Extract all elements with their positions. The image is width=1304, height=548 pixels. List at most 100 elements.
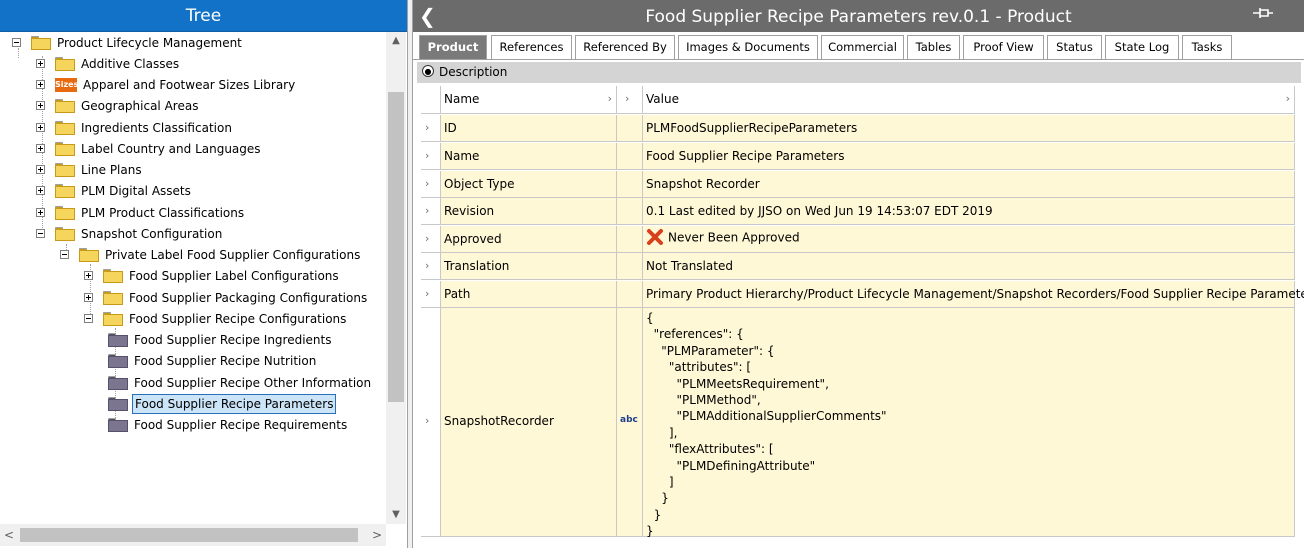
chevron-right-icon[interactable]: › xyxy=(425,204,429,217)
chevron-right-icon[interactable]: › xyxy=(1286,92,1290,105)
row-expand-cell[interactable]: › xyxy=(421,226,441,253)
row-expand-cell[interactable]: › xyxy=(421,253,441,280)
tree-node[interactable]: Label Country and Languages xyxy=(0,139,386,159)
chevron-right-icon[interactable]: › xyxy=(608,92,612,105)
tree-node-label[interactable]: Additive Classes xyxy=(79,54,181,74)
tree-node-label[interactable]: PLM Digital Assets xyxy=(79,181,193,201)
tree-node-label[interactable]: Food Supplier Recipe Ingredients xyxy=(132,330,333,350)
tree-node[interactable]: PLM Digital Assets xyxy=(0,181,386,201)
chevron-right-icon[interactable]: › xyxy=(425,259,429,272)
tree-node[interactable]: Food Supplier Label Configurations xyxy=(0,266,386,286)
tree-node-label[interactable]: Food Supplier Recipe Nutrition xyxy=(132,351,318,371)
row-expand-cell[interactable]: › xyxy=(421,198,441,225)
tree-node[interactable]: Food Supplier Recipe Requirements xyxy=(0,415,386,435)
tree-node[interactable]: Additive Classes xyxy=(0,54,386,74)
tab-proof-view[interactable]: Proof View xyxy=(963,35,1044,59)
tab-references[interactable]: References xyxy=(491,35,572,59)
tree-node-label[interactable]: Private Label Food Supplier Configuratio… xyxy=(103,245,362,265)
tree-node[interactable]: Food Supplier Recipe Ingredients xyxy=(0,330,386,350)
scroll-thumb[interactable] xyxy=(388,92,404,402)
scroll-left-icon[interactable]: < xyxy=(0,524,18,546)
tree-node[interactable]: Food Supplier Packaging Configurations xyxy=(0,288,386,308)
grid-header-type[interactable]: › xyxy=(617,86,643,114)
row-expand-cell[interactable]: › xyxy=(421,171,441,198)
attribute-value-cell[interactable]: PLMFoodSupplierRecipeParameters xyxy=(643,115,1295,142)
tree-node-label[interactable]: Food Supplier Recipe Requirements xyxy=(132,415,349,435)
pin-toggle-icon[interactable]: ● xyxy=(422,65,434,77)
scroll-down-icon[interactable]: ▼ xyxy=(386,506,406,524)
attribute-value-cell[interactable]: Primary Product Hierarchy/Product Lifecy… xyxy=(643,281,1304,308)
expand-plus-icon[interactable] xyxy=(36,186,45,195)
tree-node-label[interactable]: Line Plans xyxy=(79,160,144,180)
tree-node-label[interactable]: Food Supplier Packaging Configurations xyxy=(127,288,369,308)
row-expand-cell[interactable]: › xyxy=(421,281,441,308)
collapse-minus-icon[interactable] xyxy=(84,314,93,323)
chevron-right-icon[interactable]: › xyxy=(425,414,429,427)
tree-node-label[interactable]: Food Supplier Recipe Parameters xyxy=(132,394,337,414)
expand-plus-icon[interactable] xyxy=(36,80,45,89)
expand-plus-icon[interactable] xyxy=(36,101,45,110)
tree-node[interactable]: Line Plans xyxy=(0,160,386,180)
tab-state-log[interactable]: State Log xyxy=(1105,35,1179,59)
tree-node-label[interactable]: Food Supplier Recipe Configurations xyxy=(127,309,348,329)
tree-node-label[interactable]: PLM Product Classifications xyxy=(79,203,246,223)
tree-node[interactable]: Product Lifecycle Management xyxy=(0,33,386,53)
tree-node-label[interactable]: Food Supplier Recipe Other Information xyxy=(132,373,373,393)
expand-plus-icon[interactable] xyxy=(84,293,93,302)
attribute-value-cell[interactable]: Snapshot Recorder xyxy=(643,171,1295,198)
tree-node[interactable]: Food Supplier Recipe Other Information xyxy=(0,373,386,393)
grid-header-value[interactable]: Value › xyxy=(643,86,1295,114)
expand-plus-icon[interactable] xyxy=(36,208,45,217)
expand-plus-icon[interactable] xyxy=(36,144,45,153)
description-section-header[interactable]: ● Description xyxy=(417,62,1301,83)
tab-product[interactable]: Product xyxy=(419,35,487,59)
chevron-right-icon[interactable]: › xyxy=(425,287,429,300)
tab-commercial[interactable]: Commercial xyxy=(821,35,904,59)
tree-node-label[interactable]: Label Country and Languages xyxy=(79,139,263,159)
tab-tables[interactable]: Tables xyxy=(907,35,960,59)
tree-node-label[interactable]: Snapshot Configuration xyxy=(79,224,224,244)
tree-node[interactable]: Geographical Areas xyxy=(0,96,386,116)
collapse-minus-icon[interactable] xyxy=(60,250,69,259)
tree-node-label[interactable]: Geographical Areas xyxy=(79,96,200,116)
row-expand-cell[interactable]: › xyxy=(421,308,441,537)
attribute-value-cell[interactable]: Never Been Approved xyxy=(643,226,1295,253)
chevron-right-icon[interactable]: › xyxy=(425,121,429,134)
tree-node[interactable]: Food Supplier Recipe Parameters xyxy=(0,394,386,414)
attribute-value-cell[interactable]: Food Supplier Recipe Parameters xyxy=(643,143,1295,170)
row-expand-cell[interactable]: › xyxy=(421,115,441,142)
tab-tasks[interactable]: Tasks xyxy=(1182,35,1232,59)
tab-referenced-by[interactable]: Referenced By xyxy=(575,35,675,59)
tab-status[interactable]: Status xyxy=(1047,35,1102,59)
grid-header-name[interactable]: Name › xyxy=(441,86,617,114)
tree-node-label[interactable]: Product Lifecycle Management xyxy=(55,33,244,53)
scroll-up-icon[interactable]: ▲ xyxy=(386,32,406,50)
tree-node[interactable]: Sizes Apparel and Footwear Sizes Library xyxy=(0,75,386,95)
scroll-right-icon[interactable]: > xyxy=(368,524,386,546)
collapse-minus-icon[interactable] xyxy=(36,229,45,238)
tab-images-documents[interactable]: Images & Documents xyxy=(678,35,818,59)
tree-node-label[interactable]: Food Supplier Label Configurations xyxy=(127,266,341,286)
tree-node[interactable]: PLM Product Classifications xyxy=(0,203,386,223)
attribute-value-cell[interactable]: Not Translated xyxy=(643,253,1295,280)
chevron-right-icon[interactable]: › xyxy=(425,149,429,162)
tree-node[interactable]: Snapshot Configuration xyxy=(0,224,386,244)
expand-plus-icon[interactable] xyxy=(36,123,45,132)
expand-plus-icon[interactable] xyxy=(36,59,45,68)
chevron-right-icon[interactable]: › xyxy=(425,177,429,190)
scroll-thumb[interactable] xyxy=(20,528,358,542)
tree-vertical-scrollbar[interactable]: ▲ ▼ xyxy=(386,32,406,524)
tree-node[interactable]: Food Supplier Recipe Nutrition xyxy=(0,351,386,371)
tree-node[interactable]: Private Label Food Supplier Configuratio… xyxy=(0,245,386,265)
expand-plus-icon[interactable] xyxy=(36,165,45,174)
tree-node-label[interactable]: Apparel and Footwear Sizes Library xyxy=(81,75,297,95)
chevron-right-icon[interactable]: › xyxy=(625,92,629,105)
expand-plus-icon[interactable] xyxy=(84,271,93,280)
chevron-right-icon[interactable]: › xyxy=(425,232,429,245)
tree-horizontal-scrollbar[interactable]: < > xyxy=(0,524,386,546)
snapshot-recorder-json[interactable]: { "references": { "PLMParameter": { "att… xyxy=(646,310,887,540)
pin-icon[interactable] xyxy=(1252,5,1274,24)
row-expand-cell[interactable]: › xyxy=(421,143,441,170)
tree-node-label[interactable]: Ingredients Classification xyxy=(79,118,234,138)
attribute-value-cell[interactable]: 0.1 Last edited by JJSO on Wed Jun 19 14… xyxy=(643,198,1295,225)
